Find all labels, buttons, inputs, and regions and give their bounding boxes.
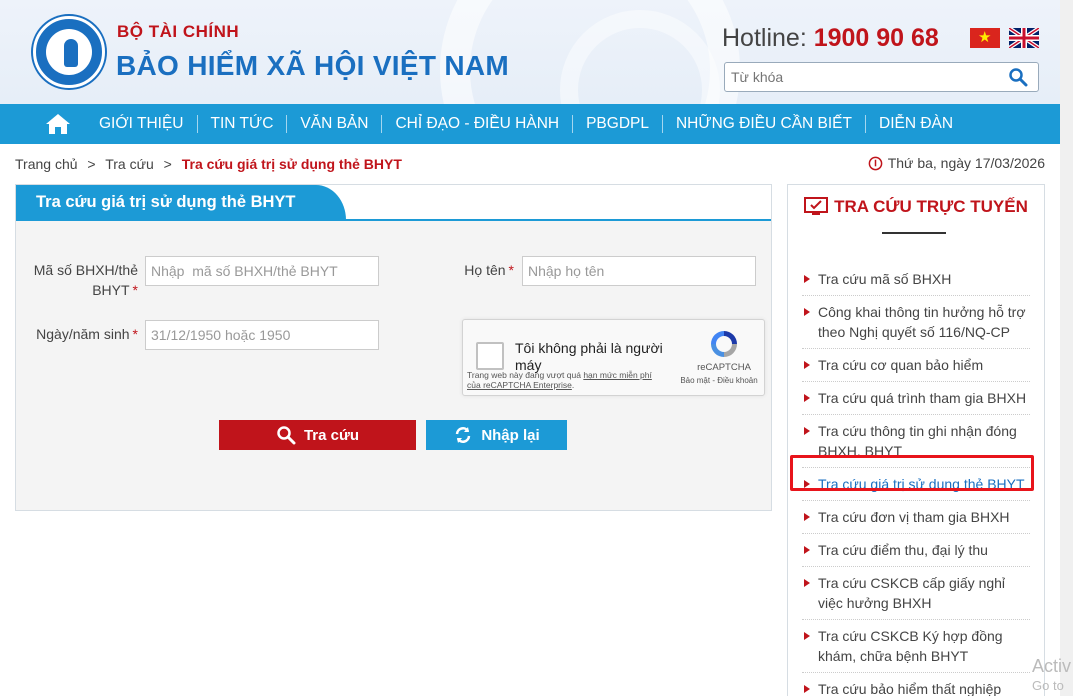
sidebar-item-cskcb-hop-dong[interactable]: Tra cứu CSKCB Ký hợp đồng khám, chữa bện… bbox=[802, 620, 1030, 673]
recaptcha-note-suffix: . bbox=[571, 380, 575, 390]
nav-item-gioi-thieu[interactable]: GIỚI THIỆU bbox=[86, 115, 197, 133]
sidebar-item-qua-trinh-tham-gia[interactable]: Tra cứu quá trình tham gia BHXH bbox=[802, 382, 1030, 415]
sidebar-divider bbox=[882, 232, 946, 234]
hotline-label: Hotline: bbox=[722, 24, 807, 52]
recaptcha-links[interactable]: Bảo mật - Điều khoản bbox=[675, 376, 763, 385]
sidebar-item-don-vi-tham-gia[interactable]: Tra cứu đơn vị tham gia BHXH bbox=[802, 501, 1030, 534]
breadcrumb-section[interactable]: Tra cứu bbox=[105, 156, 154, 172]
sidebar-title: TRA CỨU TRỰC TUYẾN bbox=[788, 197, 1044, 217]
monitor-check-icon bbox=[804, 197, 829, 215]
sidebar-item-ma-so-bhxh[interactable]: Tra cứu mã số BHXH bbox=[802, 263, 1030, 296]
dob-input[interactable] bbox=[145, 320, 379, 350]
ministry-name: BỘ TÀI CHÍNH bbox=[117, 22, 240, 41]
nav-item-tin-tuc[interactable]: TIN TỨC bbox=[196, 115, 287, 133]
site-search bbox=[724, 62, 1039, 92]
recaptcha-label: Tôi không phải là người máy bbox=[515, 340, 663, 373]
refresh-icon bbox=[456, 427, 471, 443]
organization-name[interactable]: BẢO HIỂM XÃ HỘI VIỆT NAM bbox=[116, 50, 509, 82]
bhxh-label: Mã số BHXH/thẻ BHYT * bbox=[26, 260, 138, 300]
current-date: Thứ ba, ngày 17/03/2026 bbox=[868, 155, 1045, 171]
page-scrollbar[interactable] bbox=[1060, 0, 1073, 696]
magnifier-icon bbox=[277, 426, 296, 445]
sidebar-item-gia-tri-the-bhyt[interactable]: Tra cứu giá trị sử dụng thẻ BHYT bbox=[802, 468, 1030, 501]
recaptcha-checkbox[interactable] bbox=[476, 342, 504, 370]
name-label-text: Họ tên bbox=[464, 262, 506, 278]
nav-item-pbgdpl[interactable]: PBGDPL bbox=[572, 115, 662, 133]
site-header: BỘ TÀI CHÍNH BẢO HIỂM XÃ HỘI VIỆT NAM Ho… bbox=[0, 0, 1060, 104]
clock-icon bbox=[868, 156, 883, 170]
panel-title: Tra cứu giá trị sử dụng thẻ BHYT bbox=[16, 185, 346, 220]
required-mark: * bbox=[508, 262, 514, 278]
name-label: Họ tên * bbox=[426, 260, 514, 280]
sidebar-item-ghi-nhan-dong[interactable]: Tra cứu thông tin ghi nhận đóng BHXH, BH… bbox=[802, 415, 1030, 468]
panel-header: Tra cứu giá trị sử dụng thẻ BHYT bbox=[16, 185, 771, 221]
sidebar-item-cskcb-giay-nghi[interactable]: Tra cứu CSKCB cấp giấy nghỉ việc hưởng B… bbox=[802, 567, 1030, 620]
activation-watermark-sub: Go to bbox=[1032, 678, 1064, 693]
recaptcha-note: Trang web này đang vượt quá hạn mức miễn… bbox=[467, 370, 667, 390]
breadcrumb-separator: > bbox=[87, 156, 96, 172]
sidebar-list: Tra cứu mã số BHXH Công khai thông tin h… bbox=[802, 263, 1030, 696]
hotline-number: 1900 90 68 bbox=[813, 24, 939, 52]
home-icon[interactable] bbox=[44, 112, 72, 136]
recaptcha-widget: Tôi không phải là người máy reCAPTCHA Bả… bbox=[462, 319, 765, 396]
search-button[interactable]: Tra cứu bbox=[219, 420, 416, 450]
english-flag-icon[interactable] bbox=[1009, 28, 1039, 48]
online-lookup-sidebar: TRA CỨU TRỰC TUYẾN Tra cứu mã số BHXH Cô… bbox=[787, 184, 1045, 696]
date-text: Thứ ba, ngày 17/03/2026 bbox=[887, 155, 1045, 171]
reset-button[interactable]: Nhập lại bbox=[426, 420, 567, 450]
full-name-input[interactable] bbox=[522, 256, 756, 286]
breadcrumb-current: Tra cứu giá trị sử dụng thẻ BHYT bbox=[181, 156, 402, 172]
reset-button-label: Nhập lại bbox=[481, 426, 540, 444]
required-mark: * bbox=[132, 282, 138, 298]
nav-item-nhung-dieu-can-biet[interactable]: NHỮNG ĐIỀU CẦN BIẾT bbox=[661, 115, 865, 133]
lookup-form-panel: Tra cứu giá trị sử dụng thẻ BHYT Mã số B… bbox=[15, 184, 772, 511]
nav-item-van-ban[interactable]: VĂN BẢN bbox=[286, 115, 381, 133]
sidebar-title-text: TRA CỨU TRỰC TUYẾN bbox=[834, 197, 1028, 216]
vietnamese-flag-icon[interactable]: ★ bbox=[970, 28, 1000, 48]
activation-watermark: Activ bbox=[1032, 656, 1072, 676]
recaptcha-note-prefix: Trang web này đang vượt quá bbox=[467, 370, 584, 380]
dob-label: Ngày/năm sinh * bbox=[26, 324, 138, 344]
sidebar-item-co-quan-bao-hiem[interactable]: Tra cứu cơ quan bảo hiểm bbox=[802, 349, 1030, 382]
search-icon[interactable] bbox=[1008, 67, 1028, 87]
logo-figure-icon bbox=[64, 39, 78, 67]
dob-label-text: Ngày/năm sinh bbox=[36, 326, 130, 342]
hotline: Hotline: 1900 90 68 bbox=[722, 24, 939, 53]
breadcrumb: Trang chủ > Tra cứu > Tra cứu giá trị sử… bbox=[15, 156, 402, 172]
recaptcha-logo-icon bbox=[711, 331, 737, 357]
search-button-label: Tra cứu bbox=[303, 426, 360, 444]
breadcrumb-home[interactable]: Trang chủ bbox=[15, 156, 78, 172]
recaptcha-brand: reCAPTCHA bbox=[697, 362, 751, 373]
search-input[interactable] bbox=[725, 63, 995, 91]
nav-menu: GIỚI THIỆU TIN TỨC VĂN BẢN CHỈ ĐẠO - ĐIỀ… bbox=[86, 104, 966, 144]
vss-logo[interactable] bbox=[33, 16, 105, 88]
sidebar-item-cong-khai-nq116[interactable]: Công khai thông tin hưởng hỗ trợ theo Ng… bbox=[802, 296, 1030, 349]
nav-item-chi-dao-dieu-hanh[interactable]: CHỈ ĐẠO - ĐIỀU HÀNH bbox=[381, 115, 572, 133]
required-mark: * bbox=[132, 326, 138, 342]
breadcrumb-separator: > bbox=[163, 156, 172, 172]
bhxh-label-text: Mã số BHXH/thẻ BHYT bbox=[33, 262, 138, 298]
main-nav: GIỚI THIỆU TIN TỨC VĂN BẢN CHỈ ĐẠO - ĐIỀ… bbox=[0, 104, 1060, 144]
sidebar-item-diem-thu[interactable]: Tra cứu điểm thu, đại lý thu bbox=[802, 534, 1030, 567]
bhxh-number-input[interactable] bbox=[145, 256, 379, 286]
nav-item-dien-dan[interactable]: DIỄN ĐÀN bbox=[865, 115, 966, 133]
sidebar-item-bao-hiem-that-nghiep[interactable]: Tra cứu bảo hiểm thất nghiệp bbox=[802, 673, 1030, 696]
